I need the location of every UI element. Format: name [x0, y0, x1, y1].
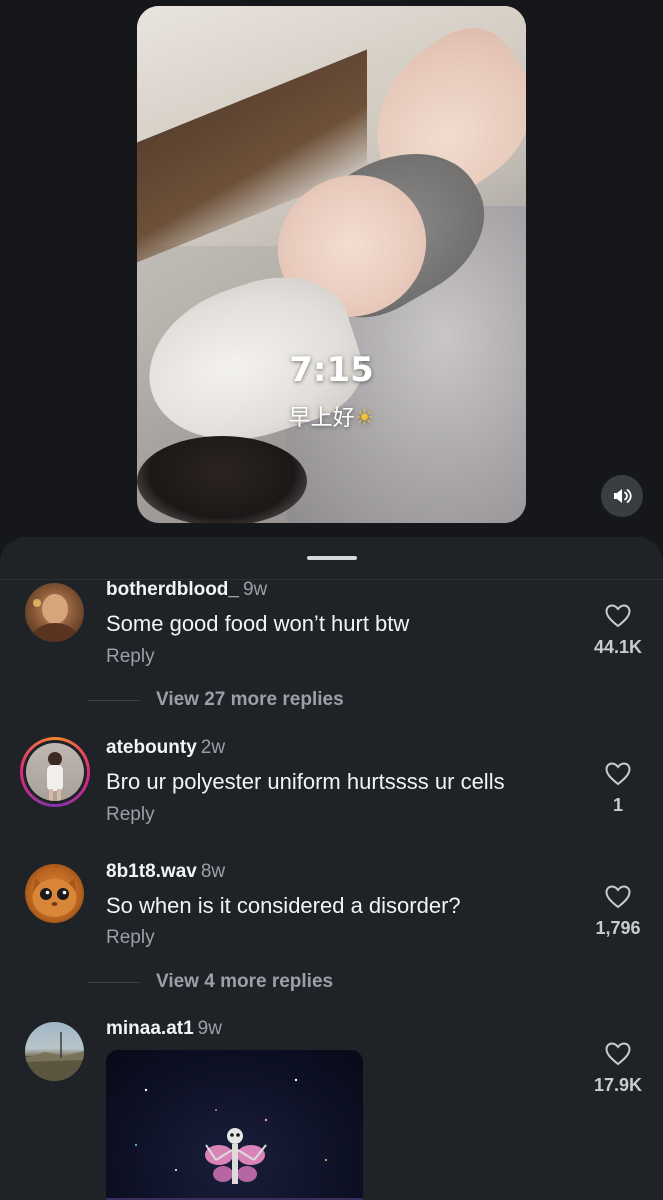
comment-text: Bro ur polyester uniform hurtssss ur cel… — [106, 769, 505, 794]
comment-header: atebounty 2w — [106, 737, 225, 759]
view-more-replies[interactable]: View 4 more replies — [88, 970, 333, 994]
view-more-replies[interactable]: View 27 more replies — [88, 688, 344, 712]
like-count: 1 — [612, 795, 623, 815]
speaker-icon — [614, 489, 632, 503]
avatar-woman-story-icon — [47, 752, 63, 801]
view-more-replies-label: View 4 more replies — [156, 971, 334, 992]
replies-divider-line — [88, 699, 140, 701]
video-frame-hair — [137, 436, 307, 523]
comment-username[interactable]: 8b1t8.wav — [106, 861, 197, 882]
comment-username[interactable]: botherdblood_ — [106, 579, 239, 600]
comments-sheet: botherdblood_ 9w Some good food won’t hur… — [0, 537, 663, 1200]
comment-username[interactable]: minaa.at1 — [106, 1018, 194, 1039]
sheet-drag-handle[interactable] — [307, 556, 357, 560]
sound-toggle-button[interactable] — [601, 475, 643, 517]
video-player[interactable]: 7:15 早上好☀ — [137, 6, 526, 523]
like-count: 1,796 — [595, 918, 641, 938]
comment-header: botherdblood_ 9w — [106, 579, 267, 601]
avatar-cat-icon — [32, 878, 77, 917]
like-button[interactable]: 1 — [583, 762, 653, 816]
reply-button[interactable]: Reply — [106, 646, 155, 668]
sun-emoji-icon: ☀ — [354, 406, 375, 431]
comment-age: 8w — [200, 861, 226, 882]
comment-age: 2w — [200, 737, 226, 758]
user-avatar[interactable] — [25, 583, 84, 642]
comment-username[interactable]: atebounty — [106, 737, 197, 758]
comment-age: 9w — [197, 1018, 222, 1039]
like-count: 44.1K — [593, 637, 643, 657]
video-time-overlay: 7:15 — [289, 350, 374, 390]
like-button[interactable]: 44.1K — [583, 604, 653, 658]
comment-header: minaa.at1 9w — [106, 1018, 222, 1040]
like-button[interactable]: 17.9K — [583, 1042, 653, 1096]
sheet-divider — [0, 579, 663, 580]
avatar-man-icon — [33, 594, 77, 642]
comment-header: 8b1t8.wav 8w — [106, 861, 225, 883]
heart-icon — [605, 1042, 631, 1066]
comment-gif-attachment[interactable] — [106, 1050, 363, 1200]
greeting-text: 早上好 — [288, 406, 355, 431]
comment-text: Some good food won’t hurt btw — [106, 611, 410, 636]
heart-icon — [605, 885, 631, 909]
avatar-landscape-icon — [25, 1032, 84, 1081]
comment-age: 9w — [242, 579, 268, 600]
avatar-ring-gap — [23, 740, 87, 804]
heart-icon — [605, 762, 631, 786]
user-avatar[interactable] — [25, 1022, 84, 1081]
view-more-replies-label: View 27 more replies — [156, 689, 344, 710]
heart-icon — [605, 604, 631, 628]
user-avatar[interactable] — [25, 864, 84, 923]
user-avatar-story-ring[interactable] — [20, 737, 90, 807]
comment-text: So when is it considered a disorder? — [106, 893, 461, 918]
skeleton-fairy-icon — [106, 1078, 363, 1200]
reply-button[interactable]: Reply — [106, 804, 155, 826]
like-count: 17.9K — [593, 1075, 643, 1095]
reply-button[interactable]: Reply — [106, 927, 155, 949]
video-greeting-overlay: 早上好☀ — [137, 400, 526, 432]
like-button[interactable]: 1,796 — [583, 885, 653, 939]
replies-divider-line — [88, 981, 140, 983]
video-area: 7:15 早上好☀ — [0, 0, 663, 560]
avatar-photo — [26, 743, 84, 801]
